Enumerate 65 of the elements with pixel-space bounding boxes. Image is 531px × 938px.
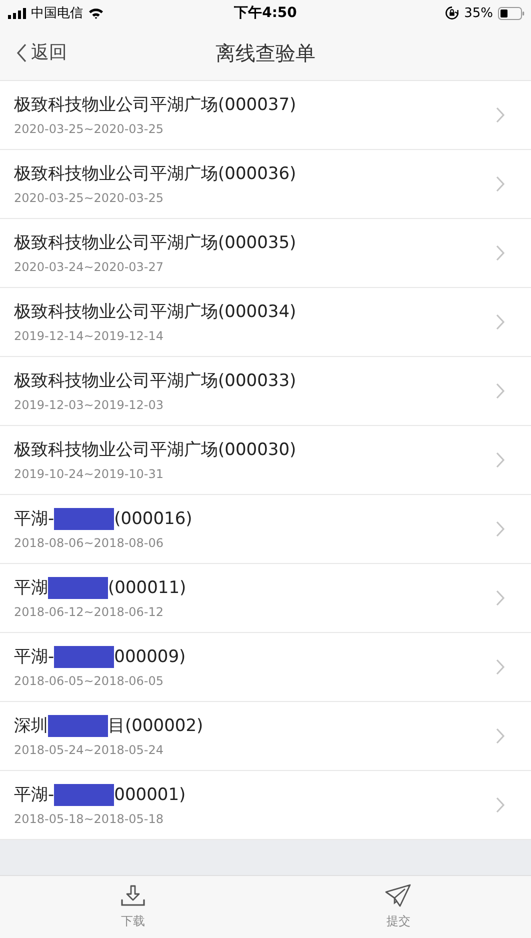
wifi-icon bbox=[88, 7, 104, 19]
chevron-right-icon bbox=[496, 452, 505, 468]
item-title: (000016) bbox=[114, 508, 192, 530]
item-title: 平湖 bbox=[14, 577, 48, 599]
item-title: 极致科技物业公司平湖广场(000035) bbox=[14, 232, 296, 254]
signal-icon bbox=[8, 8, 26, 18]
battery-percentage: 35% bbox=[464, 6, 493, 20]
item-title: 000009) bbox=[114, 646, 186, 668]
chevron-right-icon bbox=[496, 176, 505, 192]
list-row[interactable]: 极致科技物业公司平湖广场(000035) 2020-03-24~2020-03-27 bbox=[0, 219, 531, 288]
item-title: 极致科技物业公司平湖广场(000036) bbox=[14, 163, 296, 185]
chevron-right-icon bbox=[496, 314, 505, 330]
item-title: 极致科技物业公司平湖广场(000030) bbox=[14, 439, 296, 461]
chevron-right-icon bbox=[496, 521, 505, 537]
date-range: 2018-05-18~2018-05-18 bbox=[14, 812, 165, 826]
item-title: 极致科技物业公司平湖广场(000037) bbox=[14, 94, 296, 116]
list-row[interactable]: 深圳 目(000002) 2018-05-24~2018-05-24 bbox=[0, 702, 531, 771]
item-title: 目(000002) bbox=[108, 715, 204, 737]
rotation-lock-icon bbox=[445, 6, 460, 20]
chevron-right-icon bbox=[496, 590, 505, 606]
date-range: 2019-12-03~2019-12-03 bbox=[14, 398, 165, 412]
date-range: 2018-05-24~2018-05-24 bbox=[14, 743, 165, 757]
list-row[interactable]: 平湖- 000009) 2018-06-05~2018-06-05 bbox=[0, 633, 531, 702]
date-range: 2018-06-05~2018-06-05 bbox=[14, 674, 165, 688]
chevron-left-icon bbox=[16, 43, 27, 63]
list-row[interactable]: 极致科技物业公司平湖广场(000036) 2020-03-25~2020-03-25 bbox=[0, 150, 531, 219]
item-title: 平湖- bbox=[14, 508, 54, 530]
chevron-right-icon bbox=[496, 383, 505, 399]
item-title: 极致科技物业公司平湖广场(000034) bbox=[14, 301, 296, 323]
list-row[interactable]: 极致科技物业公司平湖广场(000037) 2020-03-25~2020-03-25 bbox=[0, 81, 531, 150]
chevron-right-icon bbox=[496, 728, 505, 744]
carrier-name: 中国电信 bbox=[31, 5, 83, 22]
chevron-right-icon bbox=[496, 797, 505, 813]
chevron-right-icon bbox=[496, 659, 505, 675]
item-title: 平湖- bbox=[14, 646, 54, 668]
item-title: 极致科技物业公司平湖广场(000033) bbox=[14, 370, 296, 392]
item-title: (000011) bbox=[108, 577, 186, 599]
item-title: 深圳 bbox=[14, 715, 48, 737]
chevron-right-icon bbox=[496, 245, 505, 261]
download-icon bbox=[120, 884, 146, 907]
list-row[interactable]: 平湖- (000016) 2018-08-06~2018-08-06 bbox=[0, 495, 531, 564]
date-range: 2018-06-12~2018-06-12 bbox=[14, 605, 165, 619]
item-title: 平湖- bbox=[14, 784, 54, 806]
list-row[interactable]: 极致科技物业公司平湖广场(000034) 2019-12-14~2019-12-14 bbox=[0, 288, 531, 357]
battery-icon bbox=[498, 6, 525, 20]
date-range: 2019-10-24~2019-10-31 bbox=[14, 467, 165, 481]
redaction-block bbox=[54, 508, 114, 530]
paper-plane-icon bbox=[385, 884, 412, 907]
date-range: 2019-12-14~2019-12-14 bbox=[14, 329, 165, 343]
date-range: 2020-03-25~2020-03-25 bbox=[14, 191, 165, 205]
redaction-block bbox=[54, 784, 114, 806]
list-row[interactable]: 极致科技物业公司平湖广场(000033) 2019-12-03~2019-12-03 bbox=[0, 357, 531, 426]
back-button[interactable]: 返回 bbox=[16, 39, 67, 67]
redaction-block bbox=[48, 577, 108, 599]
item-title: 000001) bbox=[114, 784, 186, 806]
redaction-block bbox=[48, 715, 108, 737]
date-range: 2020-03-24~2020-03-27 bbox=[14, 260, 165, 274]
status-time: 下午4:50 bbox=[234, 4, 297, 22]
list-row[interactable]: 极致科技物业公司平湖广场(000030) 2019-10-24~2019-10-31 bbox=[0, 426, 531, 495]
date-range: 2018-08-06~2018-08-06 bbox=[14, 536, 165, 550]
redaction-block bbox=[54, 646, 114, 668]
list-row[interactable]: 平湖 (000011) 2018-06-12~2018-06-12 bbox=[0, 564, 531, 633]
date-range: 2020-03-25~2020-03-25 bbox=[14, 122, 165, 136]
page-title: 离线查验单 bbox=[216, 40, 316, 66]
chevron-right-icon bbox=[496, 107, 505, 123]
